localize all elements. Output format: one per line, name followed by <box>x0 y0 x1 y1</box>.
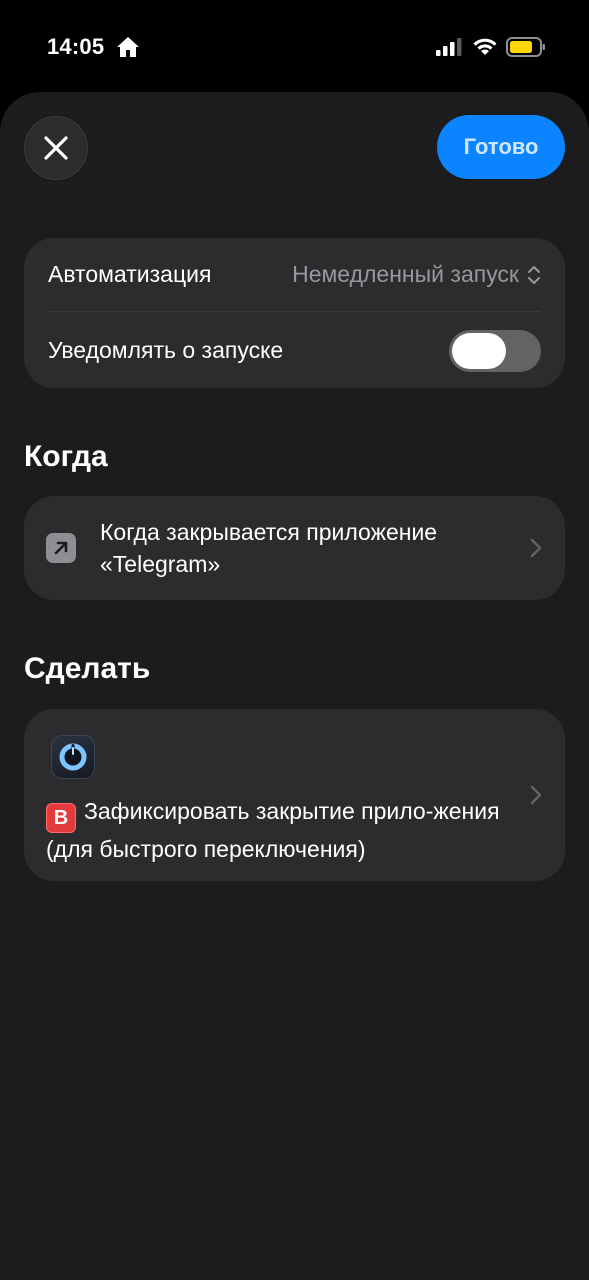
automation-value[interactable]: Немедленный запуск <box>292 261 541 288</box>
do-section-title: Сделать <box>24 652 151 685</box>
done-button[interactable]: Готово <box>437 115 565 179</box>
close-button[interactable] <box>24 116 88 180</box>
action-label: Зафиксировать закрытие прило-жения (для … <box>46 798 500 862</box>
trigger-text: Когда закрывается приложение «Telegram» <box>100 519 438 577</box>
chevron-right-icon <box>530 538 542 558</box>
notify-label: Уведомлять о запуске <box>48 337 284 363</box>
notify-toggle[interactable] <box>449 329 541 372</box>
updown-icon <box>528 265 540 284</box>
status-bar: 14:05 <box>0 0 589 92</box>
settings-card: Автоматизация Немедленный запуск Уведомл… <box>24 238 565 388</box>
chevron-right-icon <box>530 785 542 805</box>
automation-row[interactable]: Автоматизация Немедленный запуск <box>48 238 541 312</box>
b-badge: B <box>46 803 76 833</box>
toggle-knob <box>452 332 506 369</box>
trigger-row[interactable]: Когда закрывается приложение «Telegram» <box>24 496 565 600</box>
automation-value-text: Немедленный запуск <box>292 261 519 287</box>
notify-row: Уведомлять о запуске <box>48 313 541 388</box>
signal-icon <box>436 38 462 56</box>
wifi-icon <box>473 38 497 55</box>
status-time: 14:05 <box>47 34 105 59</box>
automation-label: Автоматизация <box>48 261 212 287</box>
arrow-up-right-icon <box>46 533 76 563</box>
action-text: B Зафиксировать закрытие прило-жения (для… <box>46 795 516 865</box>
when-section-title: Когда <box>24 440 108 473</box>
app-icon <box>51 735 95 779</box>
close-icon <box>44 136 68 160</box>
battery-icon <box>506 37 545 57</box>
action-row[interactable]: B Зафиксировать закрытие прило-жения (для… <box>24 709 565 881</box>
home-icon <box>117 37 139 57</box>
